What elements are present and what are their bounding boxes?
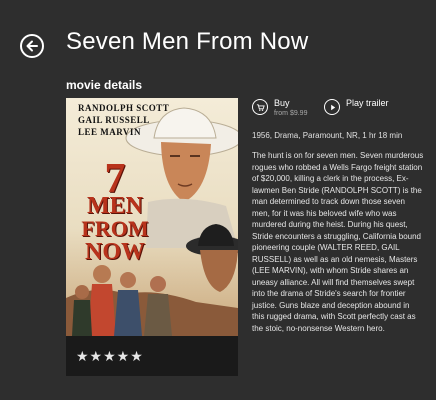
poster-title-word: FROM [81,216,149,241]
star-rating: ★★★★★ [76,348,144,364]
play-trailer-button[interactable]: Play trailer [324,98,389,115]
buy-label: Buy [274,98,290,108]
cart-icon [252,99,268,115]
play-trailer-label: Play trailer [346,98,389,108]
movie-metadata: 1956, Drama, Paramount, NR, 1 hr 18 min [252,131,403,140]
movie-poster[interactable]: RANDOLPH SCOTT GAIL RUSSELL LEE MARVIN 7… [66,98,238,336]
poster-title-art: 7 MEN FROM NOW [70,158,160,264]
poster-card: RANDOLPH SCOTT GAIL RUSSELL LEE MARVIN 7… [66,98,238,376]
movie-synopsis: The hunt is on for seven men. Seven murd… [252,151,424,333]
page-title: Seven Men From Now [66,28,309,55]
play-icon [324,99,340,115]
credit-line: LEE MARVIN [78,127,141,137]
poster-title-word: MEN [87,193,143,219]
section-heading: movie details [66,78,143,92]
credit-line: GAIL RUSSELL [78,115,150,125]
credit-line: RANDOLPH SCOTT [78,103,170,113]
poster-title-word: NOW [85,239,145,265]
action-bar: Buy from $9.99 Play trailer [252,98,432,128]
buy-button[interactable]: Buy from $9.99 [252,98,307,118]
back-button[interactable] [20,34,44,58]
buy-price: from $9.99 [274,110,308,117]
poster-credits: RANDOLPH SCOTT GAIL RUSSELL LEE MARVIN [78,102,188,138]
back-arrow-icon [26,40,38,52]
